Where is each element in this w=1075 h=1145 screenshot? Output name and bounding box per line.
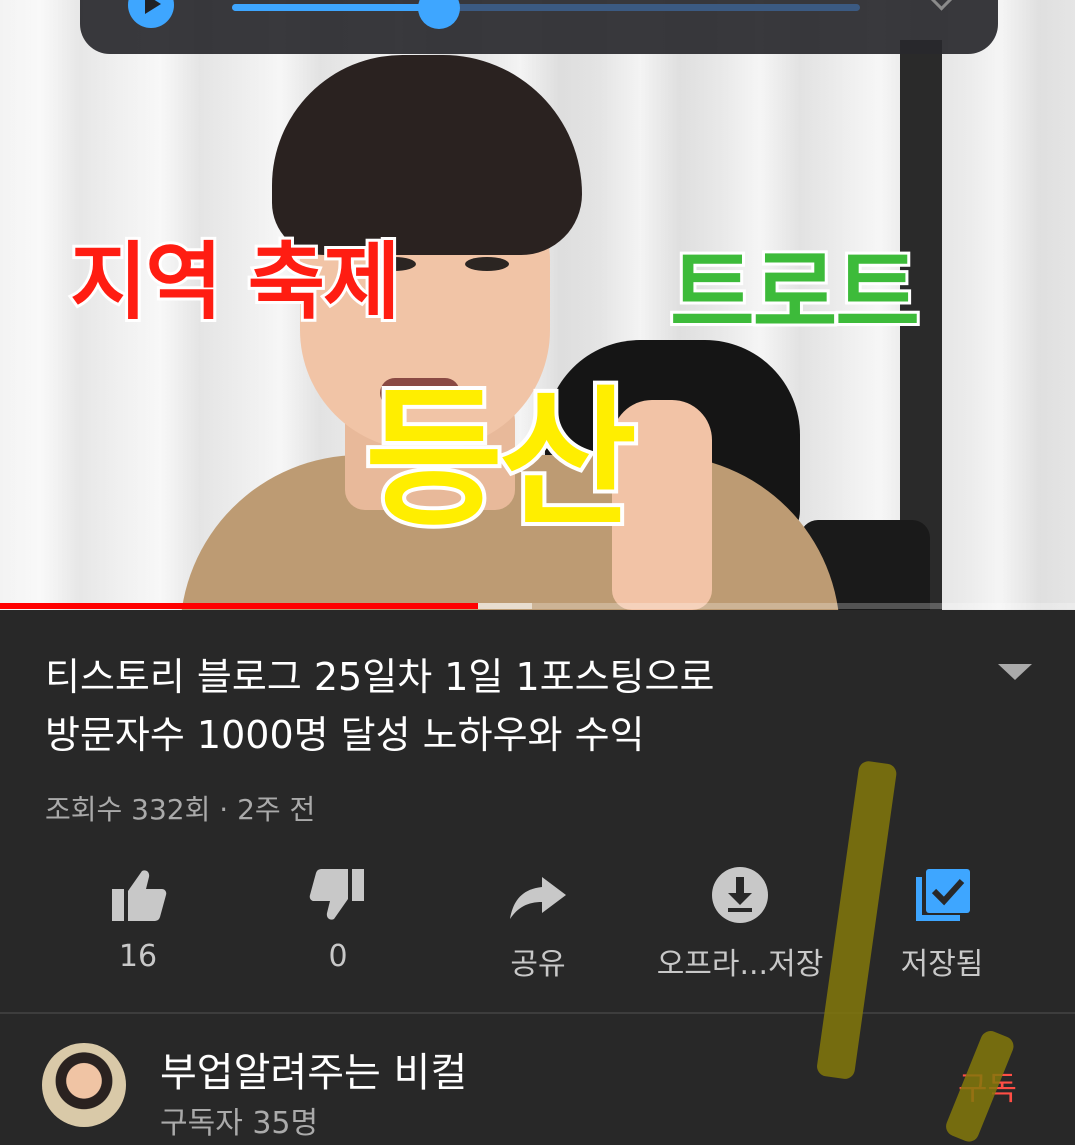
download-icon (712, 867, 768, 923)
presenter-eye (465, 257, 509, 271)
video-title[interactable]: 티스토리 블로그 25일차 1일 1포스팅으로 방문자수 1000명 달성 노하… (45, 648, 945, 764)
video-title-line: 방문자수 1000명 달성 노하우와 수익 (45, 713, 645, 757)
avatar[interactable] (42, 1043, 126, 1127)
share-label: 공유 (510, 947, 566, 982)
channel-name[interactable]: 부업알려주는 비컬 (160, 1040, 467, 1098)
video-progress-played (0, 603, 479, 609)
video-player[interactable]: 지역 축제 트로트 등산 (0, 0, 1075, 610)
video-title-line: 티스토리 블로그 25일차 1일 1포스팅으로 (45, 655, 715, 699)
offline-save-label: 오프라...저장 (656, 947, 824, 982)
seek-bar[interactable] (232, 4, 860, 11)
overlay-caption-green: 트로트 (667, 240, 923, 347)
share-icon (510, 877, 566, 919)
like-button[interactable]: 16 (38, 855, 238, 985)
expand-description-icon[interactable] (998, 664, 1032, 680)
dislike-button[interactable]: 0 (238, 855, 438, 985)
play-icon (145, 0, 161, 14)
offline-save-button[interactable]: 오프라...저장 (640, 855, 840, 985)
divider (0, 1012, 1075, 1014)
overlay-caption-yellow: 등산 (361, 373, 641, 547)
dislike-count: 0 (328, 939, 348, 974)
saved-playlist-icon (916, 869, 970, 921)
share-button[interactable]: 공유 (438, 855, 638, 985)
seek-bar-fill (232, 4, 440, 11)
overlay-caption-red: 지역 축제 (67, 233, 403, 331)
action-row: 16 0 공유 오프라...저장 저장됨 (0, 855, 1075, 985)
thumbs-up-icon (112, 870, 167, 921)
video-progress-bar[interactable] (0, 603, 1075, 609)
like-count: 16 (118, 939, 158, 974)
subscriber-count: 구독자 35명 (160, 1106, 319, 1141)
thumbs-down-icon (309, 869, 364, 920)
video-meta: 조회수 332회 · 2주 전 (45, 793, 316, 826)
